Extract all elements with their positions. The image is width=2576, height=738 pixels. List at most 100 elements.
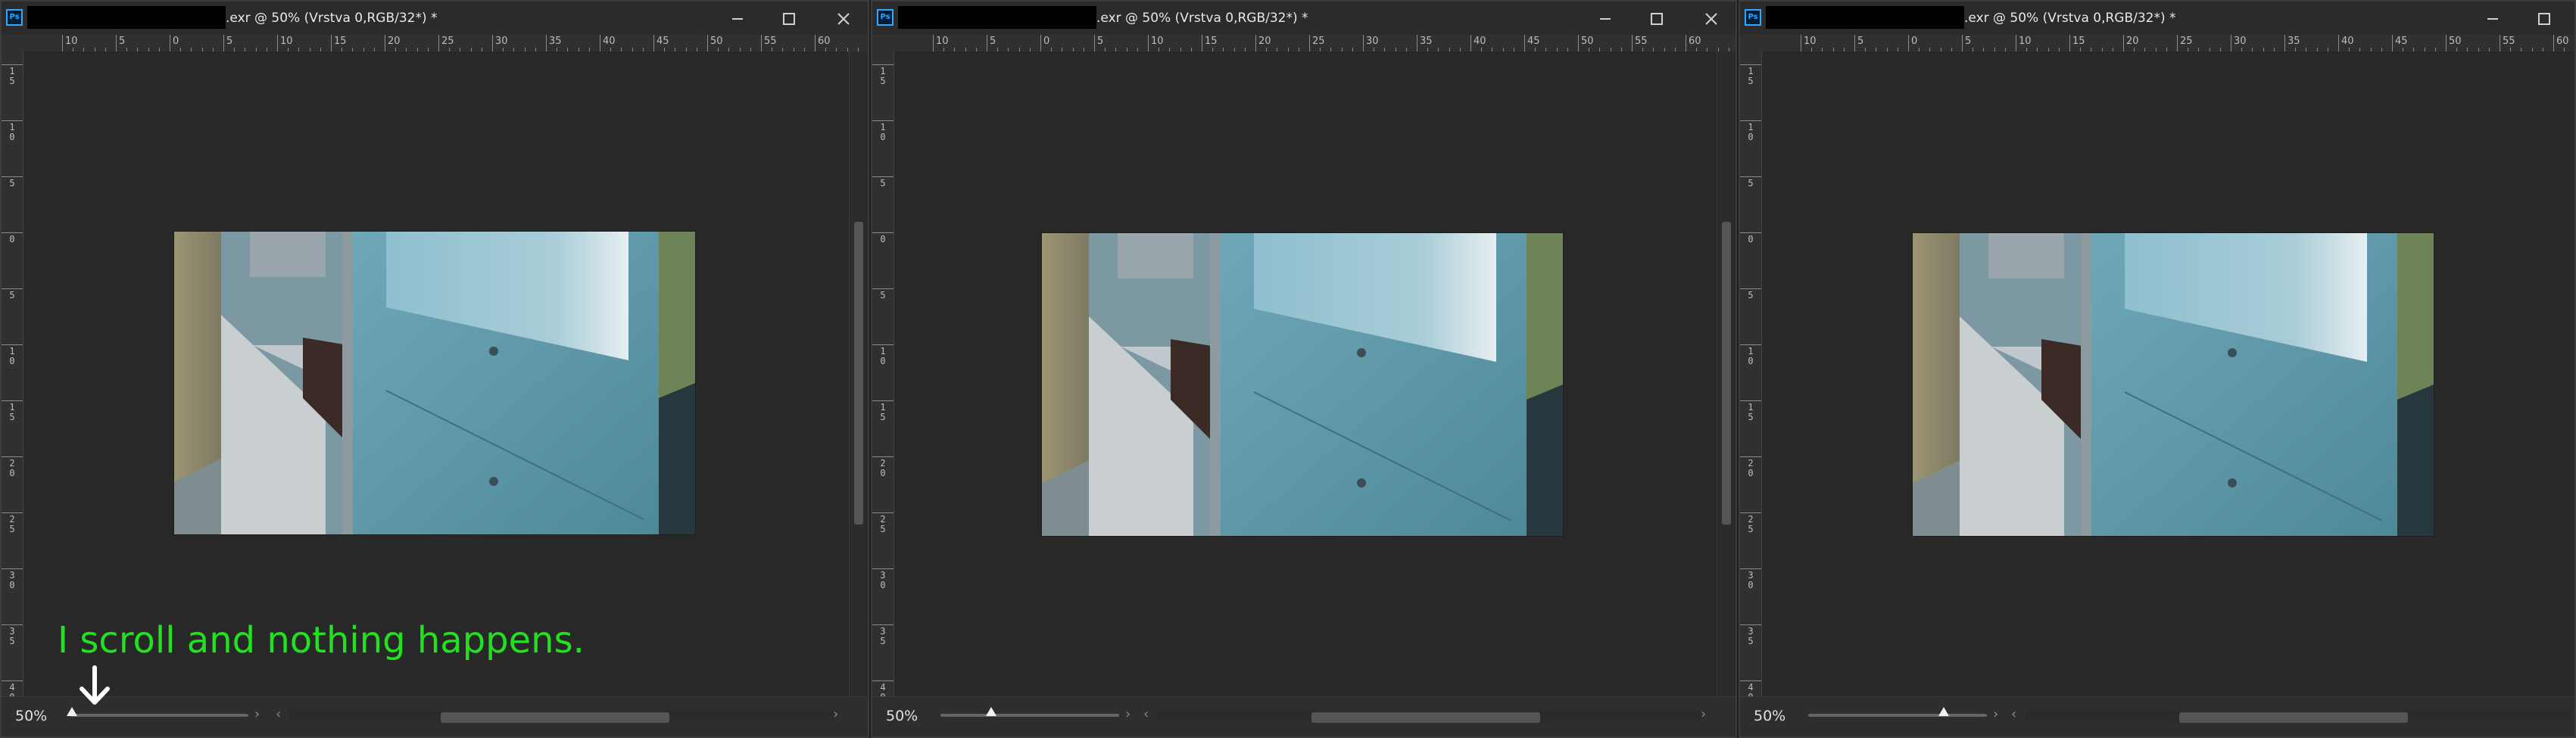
ruler-tick [872, 512, 893, 513]
document-image[interactable] [1042, 233, 1563, 536]
ruler-tick [1094, 35, 1095, 51]
ruler-label: 60 [1689, 36, 1701, 47]
maximize-button[interactable] [1636, 5, 1678, 32]
horizontal-scroll-thumb[interactable] [1311, 712, 1540, 723]
canvas-area[interactable] [1763, 51, 2574, 697]
canvas-area[interactable] [895, 51, 1716, 697]
ruler-label: 5 [1857, 36, 1864, 47]
vertical-scrollbar[interactable] [849, 51, 868, 697]
ruler-label: 30 [880, 570, 886, 590]
ruler-tick [1854, 35, 1855, 51]
vertical-ruler[interactable]: 15 10 5 0 5 10 15 20 25 30 35 40 [872, 51, 894, 697]
ruler-tick [1740, 624, 1761, 625]
scroll-right-arrow[interactable]: › [833, 706, 838, 722]
minimize-button[interactable] [2472, 5, 2514, 32]
minimize-button[interactable] [1584, 5, 1626, 32]
vertical-ruler[interactable]: 15 10 5 0 5 10 15 20 25 30 35 40 [2, 51, 23, 697]
title-bar[interactable]: Ps .exr @ 50% (Vrstva 0,RGB/32*) * [2, 2, 868, 36]
photoshop-app-icon: Ps [877, 9, 893, 26]
ruler-tick [707, 35, 708, 51]
ruler-label: 5 [1748, 290, 1754, 300]
zoom-level[interactable]: 50% [15, 708, 47, 724]
ruler-label: 0 [880, 234, 886, 244]
ruler-tick [1740, 400, 1761, 401]
horizontal-ruler[interactable]: 10 5 0 5 10 15 20 25 30 35 40 45 50 55 60 [24, 35, 868, 52]
ruler-label: 20 [9, 458, 15, 478]
zoom-level[interactable]: 50% [886, 708, 918, 724]
status-right-arrow[interactable]: › [1993, 706, 1998, 722]
ruler-label: 10 [9, 346, 15, 366]
zoom-slider[interactable] [67, 707, 248, 717]
redacted-filename [1766, 6, 1964, 29]
ruler-label: 10 [280, 36, 293, 47]
ruler-tick [116, 35, 117, 51]
document-image[interactable] [1913, 233, 2434, 536]
ruler-tick [872, 344, 893, 345]
horizontal-scrollbar[interactable] [1157, 711, 1702, 723]
horizontal-ruler[interactable]: 10 5 0 5 10 15 20 25 30 35 40 45 50 55 60 [895, 35, 1736, 52]
ruler-tick [872, 624, 893, 625]
scroll-left-arrow[interactable]: ‹ [2011, 706, 2016, 722]
scroll-left-arrow[interactable]: ‹ [276, 706, 281, 722]
ruler-label: 10 [9, 122, 15, 142]
ruler-label: 0 [9, 234, 15, 244]
ruler-label: 35 [9, 626, 15, 646]
ruler-label: 40 [9, 682, 15, 698]
status-bar: 50% › ‹ [1740, 696, 2574, 736]
zoom-slider-knob[interactable] [986, 707, 996, 716]
ruler-label: 50 [710, 36, 723, 47]
horizontal-scroll-thumb[interactable] [441, 712, 669, 723]
bathroom-cabinet-render [1913, 233, 2434, 536]
status-right-arrow[interactable]: › [1125, 706, 1131, 722]
ruler-label: 25 [880, 514, 886, 534]
ruler-label: 15 [9, 66, 15, 86]
ruler-tick [277, 35, 278, 51]
ruler-label: 25 [9, 514, 15, 534]
zoom-slider-knob[interactable] [1938, 707, 1949, 716]
redacted-filename [898, 6, 1096, 29]
ruler-label: 15 [880, 66, 886, 86]
ruler-tick [872, 680, 893, 681]
vertical-ruler[interactable]: 15 10 5 0 5 10 15 20 25 30 35 40 [1740, 51, 1762, 697]
ruler-label: 0 [1748, 234, 1754, 244]
document-image[interactable] [174, 232, 695, 534]
minimize-icon [732, 18, 743, 20]
ruler-tick [1740, 344, 1761, 345]
zoom-level[interactable]: 50% [1754, 708, 1785, 724]
ruler-label: 55 [1635, 36, 1648, 47]
ruler-tick [872, 120, 893, 121]
ruler-label: 30 [2234, 36, 2247, 47]
ruler-label: 25 [2180, 36, 2193, 47]
ruler-tick [2, 680, 23, 681]
bathroom-cabinet-render [1042, 233, 1563, 536]
close-button[interactable] [822, 5, 865, 32]
ruler-label: 5 [119, 36, 126, 47]
vertical-scroll-thumb[interactable] [1722, 222, 1731, 525]
status-right-arrow[interactable]: › [254, 706, 260, 722]
maximize-button[interactable] [768, 5, 810, 32]
minimize-button[interactable] [716, 5, 759, 32]
arrow-down-icon [80, 665, 110, 705]
ruler-tick [1740, 288, 1761, 289]
horizontal-ruler[interactable]: 10 5 0 5 10 15 20 25 30 35 40 45 50 55 60 [1763, 35, 2574, 52]
maximize-button[interactable] [2523, 5, 2565, 32]
horizontal-scroll-thumb[interactable] [2179, 712, 2408, 723]
ruler-tick [1740, 64, 1761, 65]
horizontal-scrollbar[interactable] [289, 711, 834, 723]
ruler-label: 15 [2072, 36, 2085, 47]
ruler-tick [2, 456, 23, 457]
horizontal-scrollbar[interactable] [2025, 711, 2570, 723]
zoom-slider[interactable] [1808, 707, 1987, 717]
vertical-scroll-thumb[interactable] [854, 222, 863, 525]
canvas-area[interactable] [24, 51, 848, 697]
ruler-tick [1740, 176, 1761, 177]
vertical-scrollbar[interactable] [1717, 51, 1736, 697]
ruler-label: 40 [1474, 36, 1486, 47]
scroll-left-arrow[interactable]: ‹ [1143, 706, 1149, 722]
title-bar[interactable]: Ps .exr @ 50% (Vrstva 0,RGB/32*) * [1740, 2, 2574, 36]
scroll-right-arrow[interactable]: › [1701, 706, 1706, 722]
title-bar[interactable]: Ps .exr @ 50% (Vrstva 0,RGB/32*) * [872, 2, 1736, 36]
ruler-label: 60 [2556, 36, 2569, 47]
close-button[interactable] [1690, 5, 1732, 32]
zoom-slider[interactable] [940, 707, 1119, 717]
